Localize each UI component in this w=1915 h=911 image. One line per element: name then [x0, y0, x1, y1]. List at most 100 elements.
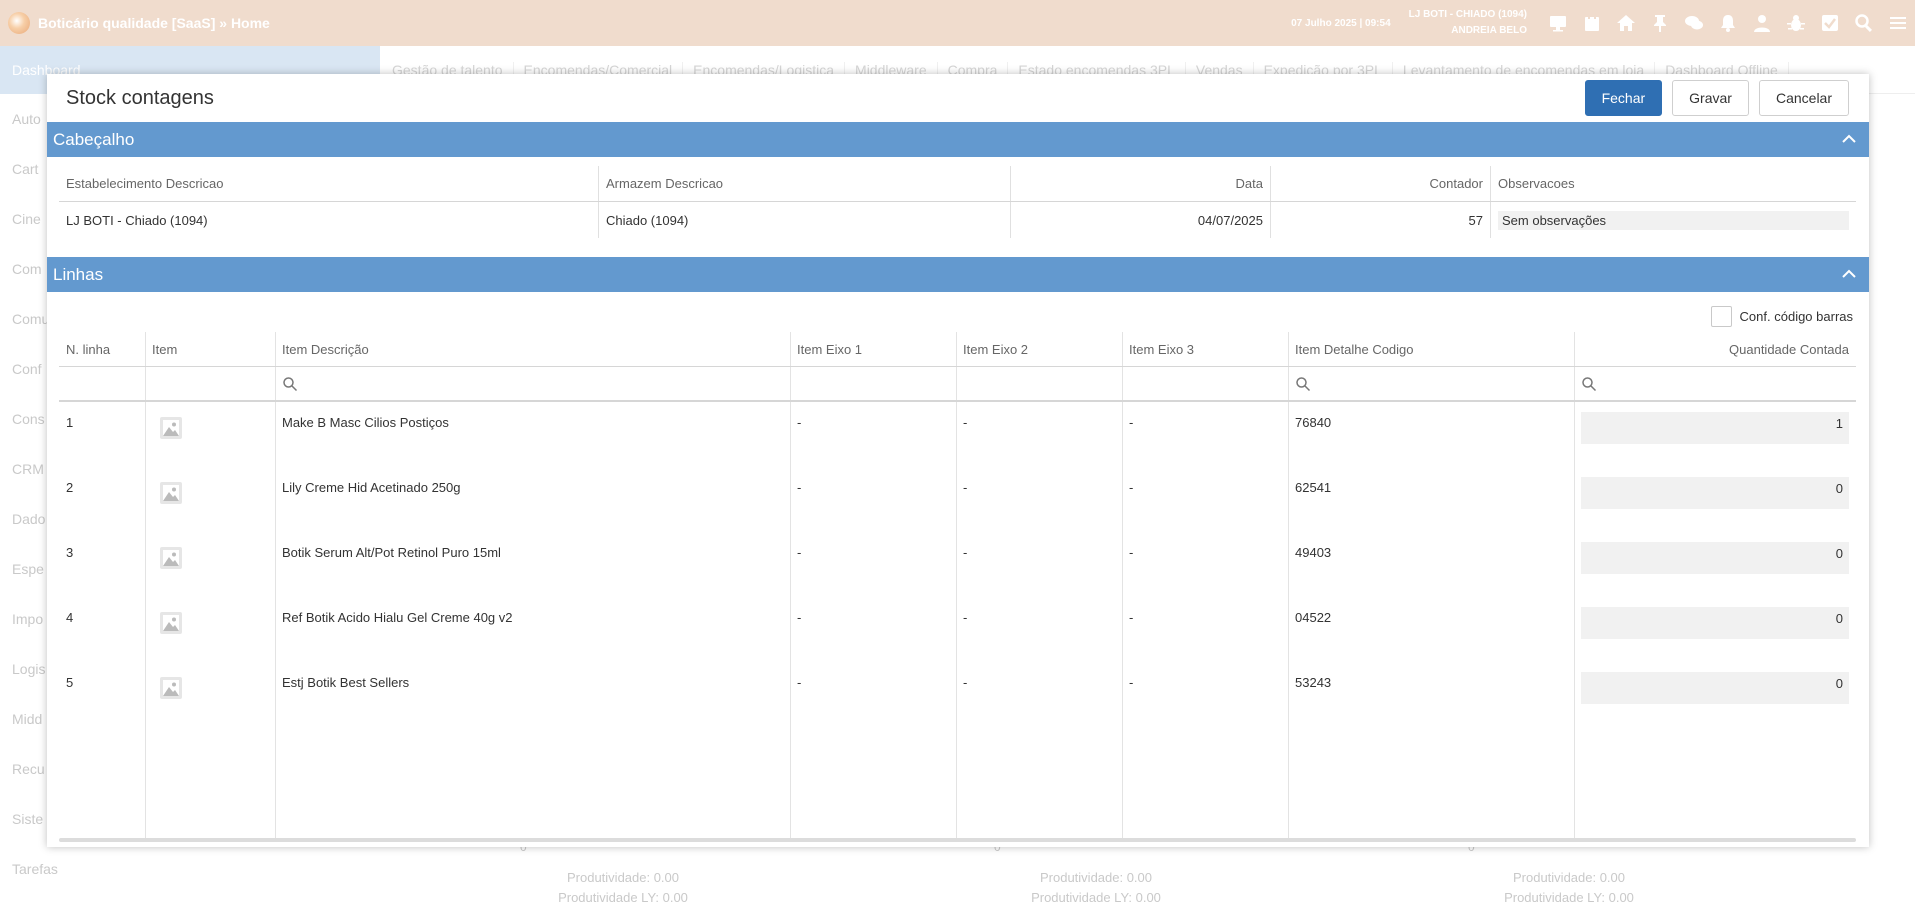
item-image-cell [145, 534, 275, 574]
barcode-checkbox[interactable] [1710, 306, 1732, 327]
chat-icon[interactable] [1683, 12, 1705, 34]
productivity-ly-label: Produtividade LY: 0.00 [1504, 890, 1634, 905]
column-header: Data [1011, 166, 1271, 201]
column-header: Item Descrição [282, 341, 369, 357]
filter-item-descricao[interactable] [275, 367, 790, 400]
lines-table-filter-row [59, 367, 1856, 402]
line-number: 4 [66, 610, 74, 625]
app-title[interactable]: Boticário qualidade [SaaS] » Home [38, 15, 270, 31]
filter-cell [956, 367, 1122, 400]
modal-title: Stock contagens [66, 86, 214, 109]
column-header: Item Eixo 2 [963, 341, 1029, 357]
bug-icon[interactable] [1785, 12, 1807, 34]
observacoes-cell: Sem observações [1491, 202, 1856, 238]
table-row[interactable]: 5 Estj Botik Best Sellers - - - 53243 0 [59, 664, 1856, 704]
productivity-card: 0 Produtividade: 0.00 Produtividade LY: … [388, 840, 858, 911]
item-detail-code: 49403 [1295, 545, 1332, 560]
search-icon[interactable] [1295, 376, 1311, 392]
item-eixo-3: - [1129, 415, 1134, 430]
section-title: Linhas [53, 264, 104, 284]
image-placeholder-icon[interactable] [159, 416, 183, 440]
close-button[interactable]: Fechar [1584, 80, 1663, 116]
productivity-card: 0 Produtividade: 0.00 Produtividade LY: … [1334, 840, 1804, 911]
item-eixo-3: - [1129, 480, 1134, 495]
user-info[interactable]: LJ BOTI - CHIADO (1094) ANDREIA BELO [1409, 7, 1527, 39]
save-button[interactable]: Gravar [1672, 80, 1749, 116]
armazem-cell: Chiado (1094) [599, 202, 1011, 238]
filter-item-detalhe-codigo[interactable] [1288, 367, 1574, 400]
app-logo [8, 12, 30, 34]
lines-table: N. linha Item Item Descrição Item Eixo 1… [59, 332, 1856, 842]
item-eixo-1: - [797, 675, 802, 690]
item-eixo-1: - [797, 610, 802, 625]
horizontal-scrollbar[interactable] [59, 838, 1856, 842]
filter-cell [1122, 367, 1288, 400]
quantity-input[interactable]: 0 [1581, 477, 1849, 509]
observacoes-field[interactable]: Sem observações [1498, 210, 1849, 230]
item-eixo-2: - [963, 415, 968, 430]
header-table-head: Estabelecimento Descricao Armazem Descri… [59, 166, 1856, 202]
sidebar-item-tarefas[interactable]: Tarefas [0, 844, 380, 894]
image-placeholder-icon[interactable] [159, 611, 183, 635]
quantity-cell: 0 [1574, 469, 1856, 509]
image-placeholder-icon[interactable] [159, 676, 183, 700]
header-table: Estabelecimento Descricao Armazem Descri… [59, 166, 1856, 238]
estabelecimento-cell: LJ BOTI - Chiado (1094) [59, 202, 599, 238]
item-image-cell [145, 599, 275, 639]
image-placeholder-icon[interactable] [159, 481, 183, 505]
chevron-up-icon[interactable] [1841, 266, 1857, 282]
search-icon[interactable] [1853, 12, 1875, 34]
item-eixo-1: - [797, 545, 802, 560]
item-eixo-3: - [1129, 545, 1134, 560]
home-icon[interactable] [1615, 12, 1637, 34]
productivity-label: Produtividade: 0.00 [566, 870, 680, 885]
productivity-ly-label: Produtividade LY: 0.00 [558, 890, 688, 905]
lines-section-bar[interactable]: Linhas [47, 257, 1869, 292]
line-number: 3 [66, 545, 74, 560]
bell-icon[interactable] [1717, 12, 1739, 34]
column-header: Item Detalhe Codigo [1295, 341, 1414, 357]
column-header: N. linha [66, 341, 111, 357]
header-section-bar[interactable]: Cabeçalho [47, 122, 1869, 157]
search-icon[interactable] [1581, 376, 1597, 392]
item-eixo-2: - [963, 610, 968, 625]
quantity-input[interactable]: 0 [1581, 672, 1849, 704]
background-cards: 0 Produtividade: 0.00 Produtividade LY: … [388, 840, 1808, 911]
quantity-cell: 0 [1574, 599, 1856, 639]
barcode-toggle: Conf. código barras [1710, 306, 1853, 327]
table-row[interactable]: 2 Lily Creme Hid Acetinado 250g - - - 62… [59, 469, 1856, 509]
header-table-row: LJ BOTI - Chiado (1094) Chiado (1094) 04… [59, 202, 1856, 238]
monitor-icon[interactable] [1547, 12, 1569, 34]
item-detail-code: 53243 [1295, 675, 1332, 690]
pin-icon[interactable] [1649, 12, 1671, 34]
item-image-cell [145, 404, 275, 444]
barcode-label: Conf. código barras [1739, 309, 1853, 324]
column-header: Estabelecimento Descricao [59, 166, 599, 201]
line-number: 5 [66, 675, 74, 690]
item-description: Estj Botik Best Sellers [282, 675, 410, 690]
calendar-icon[interactable] [1581, 12, 1603, 34]
menu-icon[interactable] [1887, 12, 1909, 34]
store-name: LJ BOTI - CHIADO (1094) [1408, 9, 1527, 20]
lines-table-head: N. linha Item Item Descrição Item Eixo 1… [59, 332, 1856, 367]
productivity-label: Produtividade: 0.00 [1039, 870, 1153, 885]
column-header: Item Eixo 1 [797, 341, 863, 357]
quantity-input[interactable]: 1 [1581, 412, 1849, 444]
checkbox-icon[interactable] [1819, 12, 1841, 34]
item-description: Make B Masc Cilios Postiços [282, 415, 449, 430]
quantity-cell: 1 [1574, 404, 1856, 444]
table-row[interactable]: 3 Botik Serum Alt/Pot Retinol Puro 15ml … [59, 534, 1856, 574]
productivity-ly-label: Produtividade LY: 0.00 [1031, 890, 1161, 905]
search-icon[interactable] [282, 376, 298, 392]
table-row[interactable]: 4 Ref Botik Acido Hialu Gel Creme 40g v2… [59, 599, 1856, 639]
image-placeholder-icon[interactable] [159, 546, 183, 570]
quantity-input[interactable]: 0 [1581, 542, 1849, 574]
filter-cell [790, 367, 956, 400]
quantity-input[interactable]: 0 [1581, 607, 1849, 639]
table-row[interactable]: 1 Make B Masc Cilios Postiços - - - 7684… [59, 404, 1856, 444]
chevron-up-icon[interactable] [1841, 131, 1857, 147]
filter-quantidade-contada[interactable] [1574, 367, 1856, 400]
cancel-button[interactable]: Cancelar [1758, 80, 1849, 116]
top-bar: Boticário qualidade [SaaS] » Home 07 Jul… [0, 0, 1915, 46]
user-icon[interactable] [1751, 12, 1773, 34]
